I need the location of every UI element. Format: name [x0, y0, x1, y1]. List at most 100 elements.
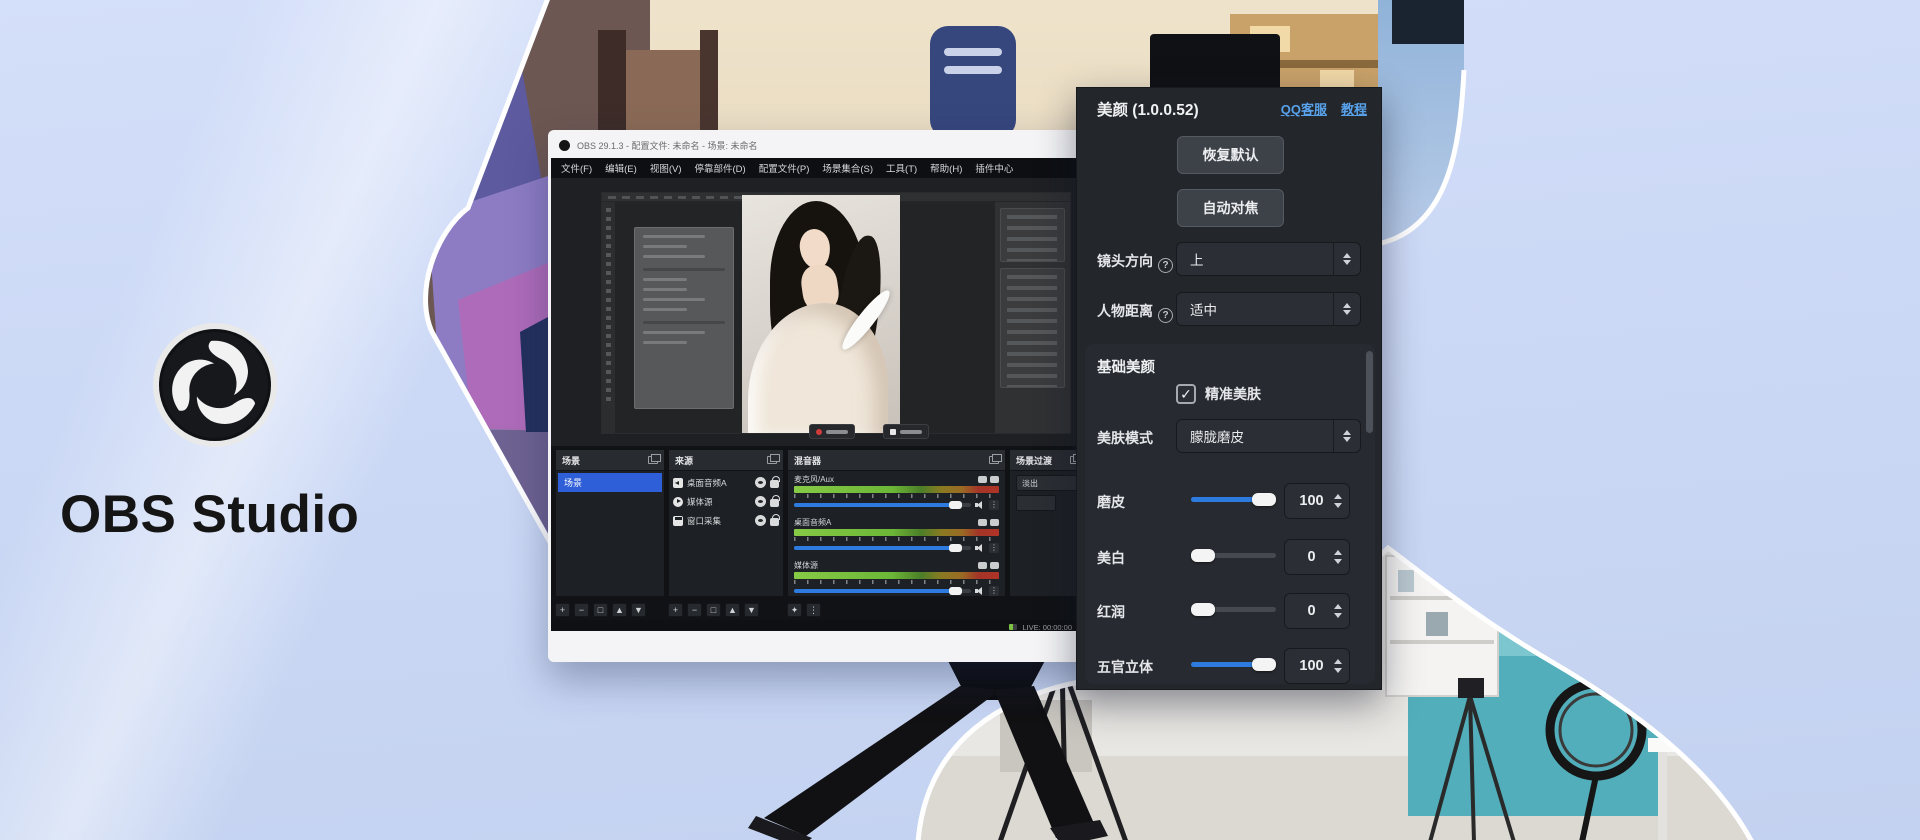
checkbox-checked-icon[interactable]: ✓ — [1176, 384, 1196, 404]
volume-slider[interactable] — [794, 503, 971, 507]
panel-title: 美颜 (1.0.0.52) — [1097, 98, 1199, 120]
menu-view[interactable]: 视图(V) — [650, 161, 682, 175]
volume-slider[interactable] — [794, 546, 971, 550]
dock-float-icon[interactable] — [989, 456, 999, 464]
visibility-eye-icon[interactable] — [755, 496, 766, 507]
slider-handle[interactable] — [1252, 658, 1276, 671]
dock-float-icon[interactable] — [767, 456, 777, 464]
rosy-label: 红润 — [1097, 602, 1125, 622]
lock-icon[interactable] — [770, 499, 779, 507]
face-3d-slider[interactable] — [1191, 662, 1276, 667]
camera-direction-label: 镜头方向 — [1097, 253, 1153, 269]
menu-edit[interactable]: 编辑(E) — [605, 161, 637, 175]
menu-profile[interactable]: 配置文件(P) — [759, 161, 810, 175]
rosy-slider[interactable] — [1191, 607, 1276, 612]
tutorial-link[interactable]: 教程 — [1341, 99, 1367, 118]
face-3d-value-box[interactable]: 100 — [1284, 648, 1350, 684]
precise-skin-label: 精准美肤 — [1205, 384, 1261, 404]
sources-dock-title: 来源 — [675, 454, 693, 467]
transition-combo[interactable]: 淡出 — [1016, 475, 1080, 491]
qq-support-link[interactable]: QQ客服 — [1281, 99, 1327, 118]
meter-headphone-icon[interactable] — [978, 562, 987, 569]
meter-config-icon[interactable] — [990, 476, 999, 483]
menu-docks[interactable]: 停靠部件(D) — [694, 161, 745, 175]
stepper-arrows-icon[interactable] — [1334, 550, 1342, 564]
stepper-arrows-icon[interactable] — [1334, 604, 1342, 618]
window-icon — [673, 516, 683, 526]
skin-mode-dropdown[interactable]: 朦胧磨皮 — [1176, 419, 1361, 453]
dock-float-icon[interactable] — [648, 456, 658, 464]
mixer-more-icon[interactable]: ⋮ — [989, 500, 999, 510]
source-up-button[interactable]: ▲ — [725, 603, 740, 617]
mixer-advanced-button[interactable]: ⋮ — [806, 603, 821, 617]
dropdown-spinner-icon[interactable] — [1333, 243, 1360, 275]
menu-plugin-center[interactable]: 插件中心 — [975, 161, 1013, 175]
obs-titlebar: OBS 29.1.3 - 配置文件: 未命名 - 场景: 未命名 — [551, 133, 1091, 158]
beauty-filter-panel: 美颜 (1.0.0.52) QQ客服 教程 恢复默认 自动对焦 镜头方向? 上 … — [1076, 87, 1382, 690]
lock-icon[interactable] — [770, 480, 779, 488]
preview-badge-record[interactable] — [809, 424, 855, 439]
mute-speaker-icon[interactable] — [975, 544, 985, 552]
source-row[interactable]: 媒体源 — [669, 492, 783, 511]
slider-handle[interactable] — [1191, 549, 1215, 562]
meter-headphone-icon[interactable] — [978, 519, 987, 526]
whitening-label: 美白 — [1097, 548, 1125, 568]
obs-logo-icon — [152, 322, 278, 448]
panel-scrollbar[interactable] — [1366, 351, 1373, 433]
transition-duration[interactable] — [1016, 495, 1056, 511]
camera-direction-dropdown[interactable]: 上 — [1176, 242, 1361, 276]
scene-row-selected[interactable]: 场景 — [558, 473, 662, 492]
scene-down-button[interactable]: ▼ — [631, 603, 646, 617]
remove-source-button[interactable]: − — [687, 603, 702, 617]
menu-file[interactable]: 文件(F) — [561, 161, 592, 175]
lock-icon[interactable] — [770, 518, 779, 526]
preview-badge-properties[interactable] — [883, 424, 929, 439]
whitening-slider[interactable] — [1191, 553, 1276, 558]
monitor: OBS 29.1.3 - 配置文件: 未命名 - 场景: 未命名 文件(F) 编… — [548, 130, 1094, 662]
source-props-button[interactable]: □ — [706, 603, 721, 617]
volume-slider[interactable] — [794, 589, 971, 593]
restore-default-button[interactable]: 恢复默认 — [1177, 136, 1284, 174]
stepper-arrows-icon[interactable] — [1334, 659, 1342, 673]
add-source-button[interactable]: + — [668, 603, 683, 617]
add-scene-button[interactable]: + — [555, 603, 570, 617]
meter-config-icon[interactable] — [990, 562, 999, 569]
visibility-eye-icon[interactable] — [755, 515, 766, 526]
ps-settings-dialog — [634, 227, 734, 409]
brand-name: OBS Studio — [60, 484, 390, 545]
help-icon[interactable]: ? — [1158, 258, 1173, 273]
meter-headphone-icon[interactable] — [978, 476, 987, 483]
obs-docks: 场景 场景 来源 — [551, 449, 1091, 597]
dock-toolbars: + − □ ▲ ▼ + − □ ▲ ▼ ✦ ⋮ — [551, 600, 1091, 620]
dropdown-spinner-icon[interactable] — [1333, 293, 1360, 325]
smoothing-value-box[interactable]: 100 — [1284, 483, 1350, 519]
mixer-more-icon[interactable]: ⋮ — [989, 543, 999, 553]
obs-window-title: OBS 29.1.3 - 配置文件: 未命名 - 场景: 未命名 — [577, 139, 758, 152]
auto-focus-button[interactable]: 自动对焦 — [1177, 189, 1284, 227]
stepper-arrows-icon[interactable] — [1334, 494, 1342, 508]
source-row[interactable]: 窗口采集 — [669, 511, 783, 530]
menu-help[interactable]: 帮助(H) — [930, 161, 962, 175]
slider-handle[interactable] — [1252, 493, 1276, 506]
remove-scene-button[interactable]: − — [574, 603, 589, 617]
source-down-button[interactable]: ▼ — [744, 603, 759, 617]
scene-props-button[interactable]: □ — [593, 603, 608, 617]
whitening-value-box[interactable]: 0 — [1284, 539, 1350, 575]
mute-speaker-icon[interactable] — [975, 501, 985, 509]
mixer-more-icon[interactable]: ⋮ — [989, 586, 999, 596]
help-icon[interactable]: ? — [1158, 308, 1173, 323]
mute-speaker-icon[interactable] — [975, 587, 985, 595]
meter-config-icon[interactable] — [990, 519, 999, 526]
person-distance-dropdown[interactable]: 适中 — [1176, 292, 1361, 326]
scene-up-button[interactable]: ▲ — [612, 603, 627, 617]
source-row[interactable]: 桌面音频A — [669, 473, 783, 492]
smoothing-slider[interactable] — [1191, 497, 1276, 502]
slider-handle[interactable] — [1191, 603, 1215, 616]
menu-tools[interactable]: 工具(T) — [886, 161, 917, 175]
rosy-value-box[interactable]: 0 — [1284, 593, 1350, 629]
precise-skin-checkbox-row[interactable]: ✓ 精准美肤 — [1176, 384, 1261, 404]
dropdown-spinner-icon[interactable] — [1333, 420, 1360, 452]
menu-scene-collection[interactable]: 场景集合(S) — [822, 161, 873, 175]
mixer-filters-button[interactable]: ✦ — [787, 603, 802, 617]
visibility-eye-icon[interactable] — [755, 477, 766, 488]
